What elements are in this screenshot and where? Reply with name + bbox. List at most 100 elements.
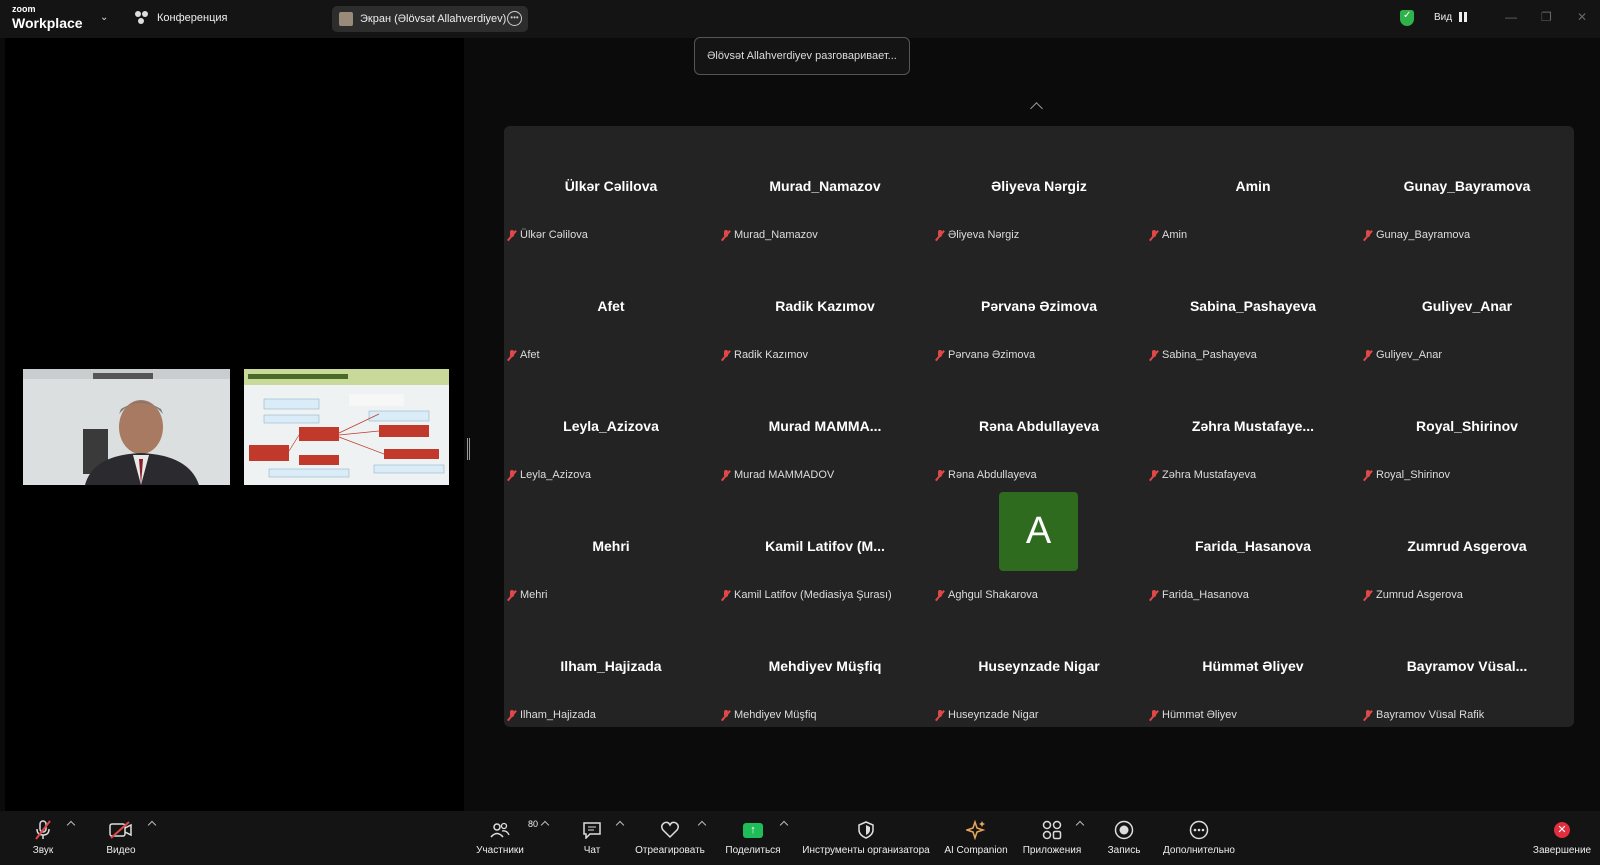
participant-tile[interactable]: Zəhra Mustafaye... Zəhra Mustafayeva [1146, 366, 1360, 486]
participant-tile[interactable]: Mehri Mehri [504, 486, 718, 606]
active-speaker-banner: Əlövsət Allahverdiyev разговаривает... [694, 37, 910, 75]
security-shield-icon[interactable] [1400, 10, 1414, 26]
view-grid-icon[interactable] [1459, 12, 1467, 22]
participant-tile[interactable]: Mehdiyev Müşfiq Mehdiyev Müşfiq [718, 606, 932, 726]
participant-display-name: Əliyeva Nərgiz [991, 178, 1087, 194]
audio-button[interactable]: Звук [28, 811, 58, 865]
participant-name-label: Ilham_Hajizada [508, 709, 596, 721]
participant-tile[interactable]: Hümmət Əliyev Hümmət Əliyev [1146, 606, 1360, 726]
zoom-workplace-logo[interactable]: zoom Workplace [12, 4, 83, 31]
participant-tile[interactable]: Gunay_Bayramova Gunay_Bayramova [1360, 126, 1574, 246]
chevron-down-icon[interactable]: ⌄ [100, 12, 108, 23]
heart-icon [660, 817, 680, 843]
participant-name: Rəna Abdullayeva [948, 469, 1037, 481]
record-label: Запись [1107, 845, 1141, 856]
muted-mic-icon [1150, 469, 1158, 481]
participant-tile[interactable]: Zumrud Asgerova Zumrud Asgerova [1360, 486, 1574, 606]
conference-button[interactable]: Конференция [135, 11, 227, 25]
participant-tile[interactable]: Murad MAMMA... Murad MAMMADOV [718, 366, 932, 486]
participants-options-caret[interactable] [540, 820, 550, 830]
participant-name-label: Rəna Abdullayeva [936, 469, 1037, 481]
react-button[interactable]: Отреагировать [635, 811, 705, 865]
participants-icon: 80 [490, 817, 538, 843]
muted-mic-icon [722, 229, 730, 241]
apps-icon [1042, 817, 1062, 843]
title-bar: zoom Workplace ⌄ Конференция Экран (Əlöv… [0, 0, 1600, 38]
participant-tile[interactable]: Radik Kazımov Radik Kazımov [718, 246, 932, 366]
muted-mic-icon [722, 589, 730, 601]
video-button[interactable]: Видео [105, 811, 137, 865]
react-label: Отреагировать [635, 845, 705, 856]
screen-share-pill[interactable]: Экран (Əlövsət Allahverdiyev) ••• [332, 6, 528, 32]
close-icon[interactable]: ✕ [1577, 10, 1587, 24]
participant-tile[interactable]: Əliyeva Nərgiz Əliyeva Nərgiz [932, 126, 1146, 246]
ai-companion-label: AI Companion [944, 845, 1008, 856]
video-options-caret[interactable] [147, 820, 157, 830]
participant-name-label: Royal_Shirinov [1364, 469, 1450, 481]
participant-tile[interactable]: Sabina_Pashayeva Sabina_Pashayeva [1146, 246, 1360, 366]
participant-display-name: Rəna Abdullayeva [978, 418, 1100, 434]
panel-resize-handle[interactable] [467, 438, 470, 460]
participant-tile[interactable]: Ilham_Hajizada Ilham_Hajizada [504, 606, 718, 726]
speaker-video-thumbnail[interactable] [23, 369, 230, 485]
audio-label: Звук [32, 845, 54, 856]
people-icon [135, 11, 151, 25]
maximize-icon[interactable]: ❐ [1541, 10, 1552, 24]
more-options-icon[interactable]: ••• [507, 11, 522, 26]
apps-button[interactable]: Приложения [1020, 811, 1084, 865]
participant-tile[interactable]: Bayramov Vüsal... Bayramov Vüsal Rafik [1360, 606, 1574, 726]
participant-tile[interactable]: Pərvanə Əzimova Pərvanə Əzimova [932, 246, 1146, 366]
participant-display-name: Kamil Latifov (M... [765, 538, 885, 554]
more-button[interactable]: Дополнительно [1160, 811, 1238, 865]
share-button[interactable]: ↑ Поделиться [724, 811, 782, 865]
participant-tile[interactable]: Amin Amin [1146, 126, 1360, 246]
participant-name: Mehdiyev Müşfiq [734, 709, 817, 721]
muted-mic-icon [1364, 229, 1372, 241]
participant-display-name: Murad_Namazov [769, 178, 881, 194]
participant-display-name: Amin [1235, 178, 1271, 194]
slide-thumbnail[interactable] [244, 369, 449, 485]
participant-display-name: Zəhra Mustafaye... [1191, 418, 1315, 434]
participant-name-label: Əliyeva Nərgiz [936, 229, 1019, 241]
chat-icon [582, 817, 602, 843]
end-x-icon: ✕ [1554, 817, 1570, 843]
muted-mic-icon [1150, 589, 1158, 601]
chat-button[interactable]: Чат [580, 811, 604, 865]
muted-mic-icon [508, 589, 516, 601]
participant-tile[interactable]: A Aghgul Shakarova [932, 486, 1146, 606]
participant-tile[interactable]: Ülkər Cəlilova Ülkər Cəlilova [504, 126, 718, 246]
participant-name: Farida_Hasanova [1162, 589, 1249, 601]
participant-tile[interactable]: Royal_Shirinov Royal_Shirinov [1360, 366, 1574, 486]
ai-companion-button[interactable]: AI Companion [942, 811, 1010, 865]
participants-button[interactable]: 80 Участники [475, 811, 538, 865]
audio-options-caret[interactable] [66, 820, 76, 830]
participant-name: Sabina_Pashayeva [1162, 349, 1257, 361]
muted-mic-icon [936, 589, 944, 601]
participant-tile[interactable]: Leyla_Azizova Leyla_Azizova [504, 366, 718, 486]
participant-name-label: Pərvanə Əzimova [936, 349, 1035, 361]
participant-tile[interactable]: Murad_Namazov Murad_Namazov [718, 126, 932, 246]
participant-tile[interactable]: Huseynzade Nigar Huseynzade Nigar [932, 606, 1146, 726]
logo-small-text: zoom [12, 4, 36, 14]
participant-tile[interactable]: Kamil Latifov (M... Kamil Latifov (Medias… [718, 486, 932, 606]
conference-label: Конференция [157, 12, 228, 24]
participant-name: Bayramov Vüsal Rafik [1376, 709, 1485, 721]
participant-tile[interactable]: Afet Afet [504, 246, 718, 366]
minimize-icon[interactable]: — [1505, 10, 1517, 24]
participant-name: Zumrud Asgerova [1376, 589, 1463, 601]
record-button[interactable]: Запись [1106, 811, 1142, 865]
chevron-up-icon[interactable] [1030, 102, 1043, 115]
participant-tile[interactable]: Guliyev_Anar Guliyev_Anar [1360, 246, 1574, 366]
participant-name: Gunay_Bayramova [1376, 229, 1471, 241]
sparkle-icon [966, 817, 986, 843]
end-meeting-button[interactable]: ✕ Завершение [1533, 811, 1591, 865]
chat-options-caret[interactable] [615, 820, 625, 830]
apps-label: Приложения [1022, 845, 1082, 856]
participant-name: Zəhra Mustafayeva [1162, 469, 1257, 481]
view-button[interactable]: Вид [1434, 12, 1452, 23]
participant-tile[interactable]: Farida_Hasanova Farida_Hasanova [1146, 486, 1360, 606]
host-tools-button[interactable]: Инструменты организатора [800, 811, 932, 865]
muted-mic-icon [936, 469, 944, 481]
participant-tile[interactable]: Rəna Abdullayeva Rəna Abdullayeva [932, 366, 1146, 486]
participant-name: Ülkər Cəlilova [520, 229, 588, 241]
